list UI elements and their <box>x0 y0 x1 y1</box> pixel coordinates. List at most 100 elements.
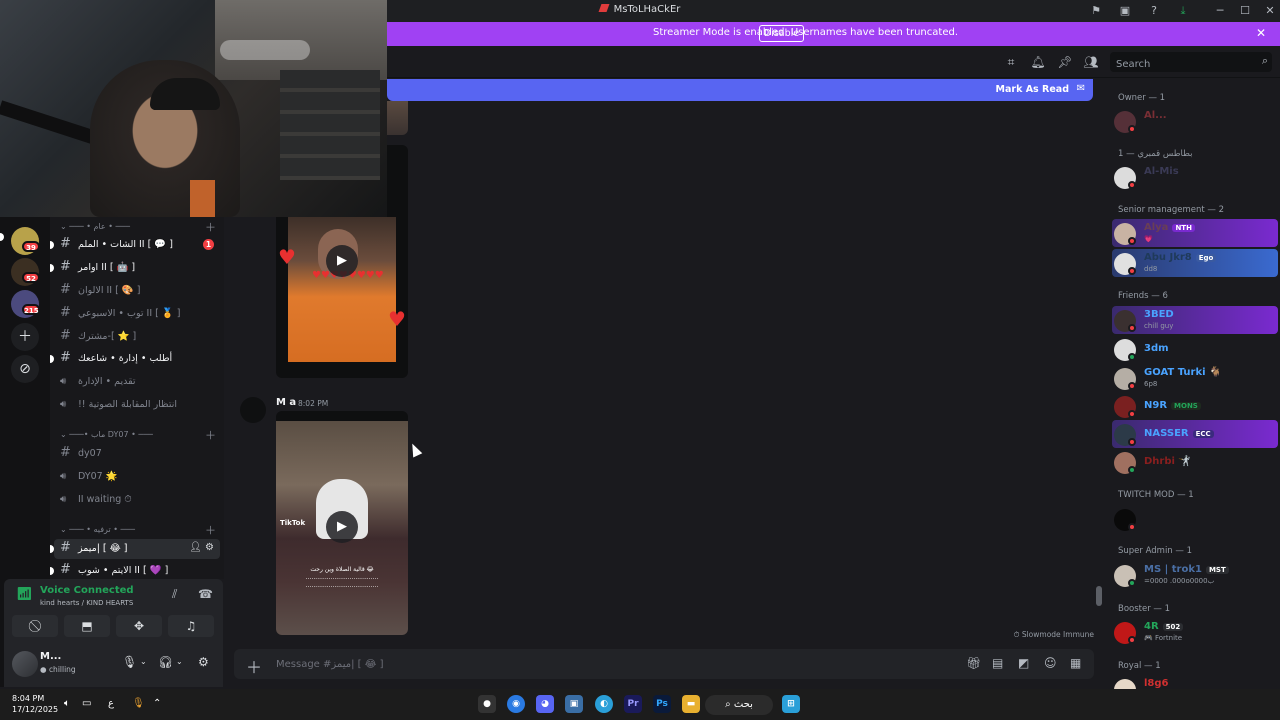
member-item[interactable] <box>1112 505 1278 533</box>
channel-commands[interactable]: # اوامر II [ 🤖 ] <box>50 258 220 278</box>
add-channel-icon[interactable]: ＋ <box>205 219 216 235</box>
settings-gear-icon[interactable]: ⚙ <box>198 655 209 669</box>
play-icon[interactable]: ▶ <box>326 511 358 543</box>
pin-icon[interactable]: 📌︎ <box>1057 54 1073 70</box>
disable-streamer-button[interactable]: Disable <box>759 25 804 42</box>
disconnect-icon[interactable]: ☎ <box>198 587 213 601</box>
edge-icon[interactable]: ◐ <box>595 695 613 713</box>
threads-icon[interactable]: ⌗ <box>1003 54 1019 70</box>
chat-scrollbar[interactable] <box>1096 101 1102 641</box>
member-item[interactable]: 3dm <box>1112 335 1278 363</box>
channel-weekly-top[interactable]: # توب • الاسبوعي II [ 🏅 ] <box>54 304 220 324</box>
channel-settings-icon[interactable]: 👤︎ ⚙ <box>189 542 214 553</box>
scrollbar-thumb[interactable] <box>1096 586 1102 606</box>
member-item[interactable]: MS | trok1 MST =0000 .000o0000ب <box>1112 561 1278 589</box>
folder-icon[interactable]: ▬ <box>682 695 700 713</box>
screen-share-button[interactable]: ⬒ <box>64 615 110 637</box>
maximize-button[interactable]: ☐ <box>1233 2 1257 20</box>
chevron-down-icon[interactable]: ⌄ <box>140 657 147 666</box>
author-avatar[interactable] <box>240 397 266 423</box>
member-item[interactable]: 3BED chill guy <box>1112 306 1278 334</box>
video-attachment-2[interactable]: TikTok ▶ قالية الصلاة وين رحت 😂 ........… <box>276 411 408 635</box>
gif-icon[interactable]: ▤ <box>992 656 1003 670</box>
minimize-button[interactable]: ─ <box>1208 2 1232 20</box>
notification-bell-icon[interactable]: 🔔︎ <box>1030 54 1046 70</box>
add-server-icon[interactable]: ＋ <box>11 323 39 351</box>
message-author[interactable]: M a <box>276 397 296 408</box>
search-input[interactable] <box>1110 54 1240 75</box>
member-item[interactable]: 4R 502 🎮 Fortnite <box>1112 618 1278 646</box>
message-input[interactable] <box>276 654 916 674</box>
close-window-button[interactable]: ✕ <box>1258 2 1280 20</box>
user-avatar[interactable] <box>12 651 38 677</box>
obs-icon[interactable]: ● <box>478 695 496 713</box>
channel-subscriber[interactable]: # مشترك-[ ⭐ ] <box>54 327 220 347</box>
category-fun[interactable]: ⌄ ─── • ترفيه • ─── <box>60 525 135 534</box>
network-icon[interactable]: ▭ <box>82 698 91 709</box>
noise-suppression-icon[interactable]: ⫽ <box>172 587 177 602</box>
close-banner-icon[interactable]: ✕ <box>1253 26 1269 42</box>
channel-request[interactable]: # أطلب • إدارة • شاععك <box>50 349 220 369</box>
voice-channel-info[interactable]: kind hearts / KIND HEARTS <box>40 599 133 607</box>
premiere-icon[interactable]: Pr <box>624 695 642 713</box>
channel-item-shop[interactable]: # الايتم • شوب II [ 💜 ] <box>50 561 220 581</box>
add-channel-icon[interactable]: ＋ <box>205 427 216 443</box>
chevron-up-icon[interactable]: ⌃ <box>153 698 161 709</box>
member-list-icon[interactable]: 👥︎ <box>1083 54 1099 70</box>
windows-start-icon[interactable]: ⊞ <box>782 695 800 713</box>
channel-colors[interactable]: # الالوان II [ 🎨 ] <box>54 281 220 301</box>
clock[interactable]: 8:04 PM 17/12/2025 <box>12 693 58 715</box>
channel-memes[interactable]: # ميمز| [ 😂 ] 👤︎ ⚙ <box>50 539 220 559</box>
user-name[interactable]: M... <box>40 651 61 662</box>
member-item[interactable]: NASSER ECC <box>1112 420 1278 448</box>
microphone-icon[interactable]: 🎙︎ <box>122 655 137 669</box>
member-item[interactable]: Al-Mis <box>1112 163 1278 191</box>
signal-icon[interactable]: 📶︎ <box>16 587 33 602</box>
soundboard-button[interactable]: ♫ <box>168 615 214 637</box>
chrome-icon[interactable]: ◉ <box>507 695 525 713</box>
channel-waiting[interactable]: 🔊︎ II waiting ⏱ <box>54 490 220 510</box>
taskbar-search[interactable]: ⌕ بحث <box>705 695 773 715</box>
apps-icon[interactable]: ▦ <box>1070 656 1081 670</box>
category-general[interactable]: ⌄ ─── • عام • ─── <box>60 222 130 231</box>
mark-as-read-label[interactable]: Mark As Read <box>996 84 1069 95</box>
chevron-down-icon[interactable]: ⌄ <box>176 657 183 666</box>
volume-icon[interactable]: 🔈︎ <box>64 698 70 709</box>
channel-dy07[interactable]: # dy07 <box>54 444 220 464</box>
new-messages-bar[interactable]: Mark As Read ✉ <box>387 79 1093 101</box>
voice-status[interactable]: Voice Connected <box>40 585 134 596</box>
member-item[interactable]: GOAT Turki 🐐 6p8 <box>1112 364 1278 392</box>
activities-button[interactable]: ✥ <box>116 615 162 637</box>
emoji-icon[interactable]: ☺ <box>1044 656 1057 670</box>
category-dy07[interactable]: ⌄ ───• ماب DY07 • ─── <box>60 430 153 439</box>
member-item[interactable]: N9R MONS <box>1112 392 1278 420</box>
channel-apply[interactable]: 🔊︎ تقديم • الإدارة <box>54 372 220 392</box>
attach-plus-icon[interactable]: ＋ <box>246 654 262 678</box>
member-item[interactable]: Dhrbi 🤺 <box>1112 448 1278 476</box>
channel-waiting-voice[interactable]: 🔊︎ !! انتظار المقابلة الصوتية <box>54 395 220 415</box>
mic-tray-icon[interactable]: 🎙︎ <box>132 698 145 709</box>
member-item[interactable]: Abu Jkr8 Ego dd8 <box>1112 249 1278 277</box>
member-item[interactable]: Alya NTH 💗 <box>1112 219 1278 247</box>
member-sub: 🎮 Fortnite <box>1144 634 1183 642</box>
add-channel-icon[interactable]: ＋ <box>205 522 216 538</box>
play-icon[interactable]: ▶ <box>326 245 358 277</box>
channel-dy07-voice[interactable]: 🔊︎ DY07 🌟 <box>54 467 220 487</box>
search-box[interactable]: ⌕ <box>1110 52 1272 75</box>
photoshop-icon[interactable]: Ps <box>653 695 671 713</box>
sticker-icon[interactable]: ◩ <box>1018 656 1029 670</box>
help-icon[interactable]: ? <box>1146 3 1162 19</box>
screen-share-icon[interactable]: ▣ <box>1117 3 1133 19</box>
files-icon[interactable]: ▣ <box>565 695 583 713</box>
language-indicator[interactable]: ع <box>108 698 114 709</box>
member-item[interactable]: l8g6 <box>1112 675 1278 689</box>
channel-chat[interactable]: # الشات • الملم II [ 💬 ] 1 <box>50 235 220 255</box>
member-item[interactable]: Al... <box>1112 107 1278 135</box>
discover-icon[interactable]: ⊘ <box>11 355 39 383</box>
gift-icon[interactable]: 🎁︎ <box>966 656 981 670</box>
download-icon[interactable]: ⤓ <box>1175 3 1191 19</box>
discord-taskbar-icon[interactable]: ◕ <box>536 695 554 713</box>
inbox-icon[interactable]: ⚑ <box>1088 3 1104 19</box>
camera-off-button[interactable]: 🚫︎ <box>12 615 58 637</box>
headphones-icon[interactable]: 🎧︎ <box>158 655 173 669</box>
